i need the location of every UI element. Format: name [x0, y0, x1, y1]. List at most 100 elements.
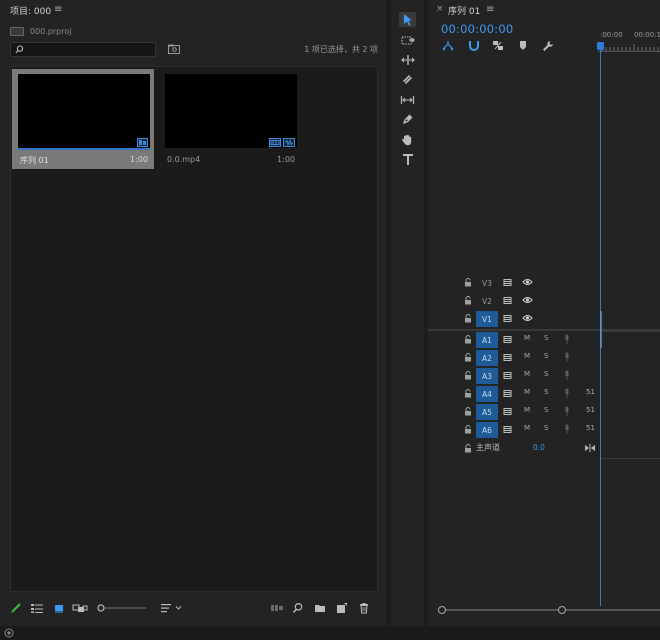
sync-lock-icon[interactable]	[503, 278, 513, 287]
trash-icon[interactable]	[358, 602, 370, 614]
mute-button[interactable]: M	[524, 334, 530, 342]
scrollbar-handle-right[interactable]	[558, 606, 566, 614]
timeline-tab[interactable]: 序列 01	[448, 4, 480, 17]
eye-icon[interactable]	[522, 296, 533, 304]
track-target-a4[interactable]: A4	[476, 386, 498, 402]
track-row-a2[interactable]: A2 M S	[428, 349, 660, 367]
lock-icon[interactable]	[464, 444, 472, 453]
sync-lock-icon[interactable]	[503, 353, 513, 362]
track-row-a1[interactable]: A1 M S	[428, 331, 660, 349]
status-indicator-icon[interactable]	[3, 628, 15, 638]
track-row-master[interactable]: 主声道 0.0	[428, 440, 660, 458]
new-search-bin-icon[interactable]	[168, 44, 180, 54]
track-target-v1[interactable]: V1	[476, 311, 498, 327]
solo-button[interactable]: S	[544, 424, 548, 432]
track-label[interactable]: V3	[476, 275, 498, 291]
freeform-view-icon[interactable]	[72, 602, 88, 614]
icon-view-icon[interactable]	[53, 602, 65, 614]
lock-icon[interactable]	[464, 335, 472, 344]
scrollbar-track[interactable]	[566, 609, 660, 611]
hand-tool-icon[interactable]	[399, 132, 416, 147]
scrollbar-track[interactable]	[442, 609, 562, 611]
track-row-a5[interactable]: A5 M S 51	[428, 403, 660, 421]
eye-icon[interactable]	[522, 278, 533, 286]
scrollbar-handle-left[interactable]	[438, 606, 446, 614]
track-row-v2[interactable]: V2	[428, 292, 660, 310]
lock-icon[interactable]	[464, 296, 472, 305]
pen-tool-icon[interactable]	[399, 112, 416, 127]
snap-icon[interactable]	[468, 40, 480, 51]
sync-lock-icon[interactable]	[503, 335, 513, 344]
type-tool-icon[interactable]	[399, 152, 416, 167]
panel-menu-icon[interactable]: ≡	[486, 4, 494, 15]
razor-tool-icon[interactable]	[399, 72, 416, 87]
lock-icon[interactable]	[464, 407, 472, 416]
track-select-tool-icon[interactable]	[399, 32, 416, 47]
lock-icon[interactable]	[464, 314, 472, 323]
clip-thumbnail[interactable]	[18, 74, 150, 148]
time-ruler[interactable]: :00:00 00:00:1	[598, 26, 660, 52]
search-input[interactable]	[27, 44, 151, 55]
ripple-edit-tool-icon[interactable]	[399, 52, 416, 67]
linked-selection-icon[interactable]	[492, 40, 504, 51]
sync-lock-icon[interactable]	[503, 389, 513, 398]
microphone-icon[interactable]	[564, 406, 570, 416]
list-view-icon[interactable]	[30, 602, 44, 614]
track-row-v1[interactable]: V1	[428, 310, 660, 328]
write-protect-icon[interactable]	[10, 602, 22, 614]
selection-tool-icon[interactable]	[399, 12, 416, 27]
eye-icon[interactable]	[522, 314, 533, 322]
track-row-a3[interactable]: A3 M S	[428, 367, 660, 385]
track-target-a2[interactable]: A2	[476, 350, 498, 366]
track-row-a4[interactable]: A4 M S 51	[428, 385, 660, 403]
mute-button[interactable]: M	[524, 352, 530, 360]
track-label[interactable]: V2	[476, 293, 498, 309]
nest-sequence-icon[interactable]	[442, 40, 454, 51]
wrench-icon[interactable]	[542, 40, 554, 51]
find-icon[interactable]	[292, 602, 304, 614]
sync-lock-icon[interactable]	[503, 407, 513, 416]
bin-icon-view[interactable]: 序列 01 1:00 0.0.mp4 1:00	[10, 66, 378, 592]
lock-icon[interactable]	[464, 389, 472, 398]
playhead-handle[interactable]	[597, 42, 604, 50]
timeline-zoom-scrollbar[interactable]	[438, 606, 660, 614]
project-panel-tab[interactable]: 项目: 000	[10, 4, 51, 17]
mute-button[interactable]: M	[524, 370, 530, 378]
mute-button[interactable]: M	[524, 406, 530, 414]
microphone-icon[interactable]	[564, 334, 570, 344]
go-to-end-icon[interactable]	[584, 443, 596, 453]
new-item-icon[interactable]	[336, 602, 348, 614]
track-target-a1[interactable]: A1	[476, 332, 498, 348]
microphone-icon[interactable]	[564, 424, 570, 434]
sync-lock-icon[interactable]	[503, 314, 513, 323]
lock-icon[interactable]	[464, 278, 472, 287]
panel-menu-icon[interactable]: ≡	[54, 4, 62, 15]
sort-icon[interactable]	[160, 602, 184, 614]
solo-button[interactable]: S	[544, 370, 548, 378]
lock-icon[interactable]	[464, 353, 472, 362]
track-target-a6[interactable]: A6	[476, 422, 498, 438]
solo-button[interactable]: S	[544, 406, 548, 414]
clip-card-sequence[interactable]: 序列 01 1:00	[12, 69, 154, 169]
solo-button[interactable]: S	[544, 334, 548, 342]
automate-to-sequence-icon[interactable]	[270, 602, 284, 614]
new-bin-icon[interactable]	[314, 602, 326, 614]
sync-lock-icon[interactable]	[503, 296, 513, 305]
lock-icon[interactable]	[464, 371, 472, 380]
microphone-icon[interactable]	[564, 352, 570, 362]
mute-button[interactable]: M	[524, 424, 530, 432]
sync-lock-icon[interactable]	[503, 371, 513, 380]
add-marker-icon[interactable]	[518, 40, 528, 51]
track-row-v3[interactable]: V3	[428, 274, 660, 292]
zoom-slider[interactable]	[96, 603, 148, 613]
sync-lock-icon[interactable]	[503, 425, 513, 434]
clip-thumbnail[interactable]	[165, 74, 297, 148]
slip-tool-icon[interactable]	[399, 92, 416, 107]
playhead-timecode[interactable]: 00:00:00:00	[441, 22, 513, 36]
track-target-a5[interactable]: A5	[476, 404, 498, 420]
track-target-a3[interactable]: A3	[476, 368, 498, 384]
track-row-a6[interactable]: A6 M S 51	[428, 421, 660, 439]
master-volume-value[interactable]: 0.0	[533, 443, 545, 452]
clip-card-video[interactable]: 0.0.mp4 1:00	[159, 69, 301, 169]
mute-button[interactable]: M	[524, 388, 530, 396]
